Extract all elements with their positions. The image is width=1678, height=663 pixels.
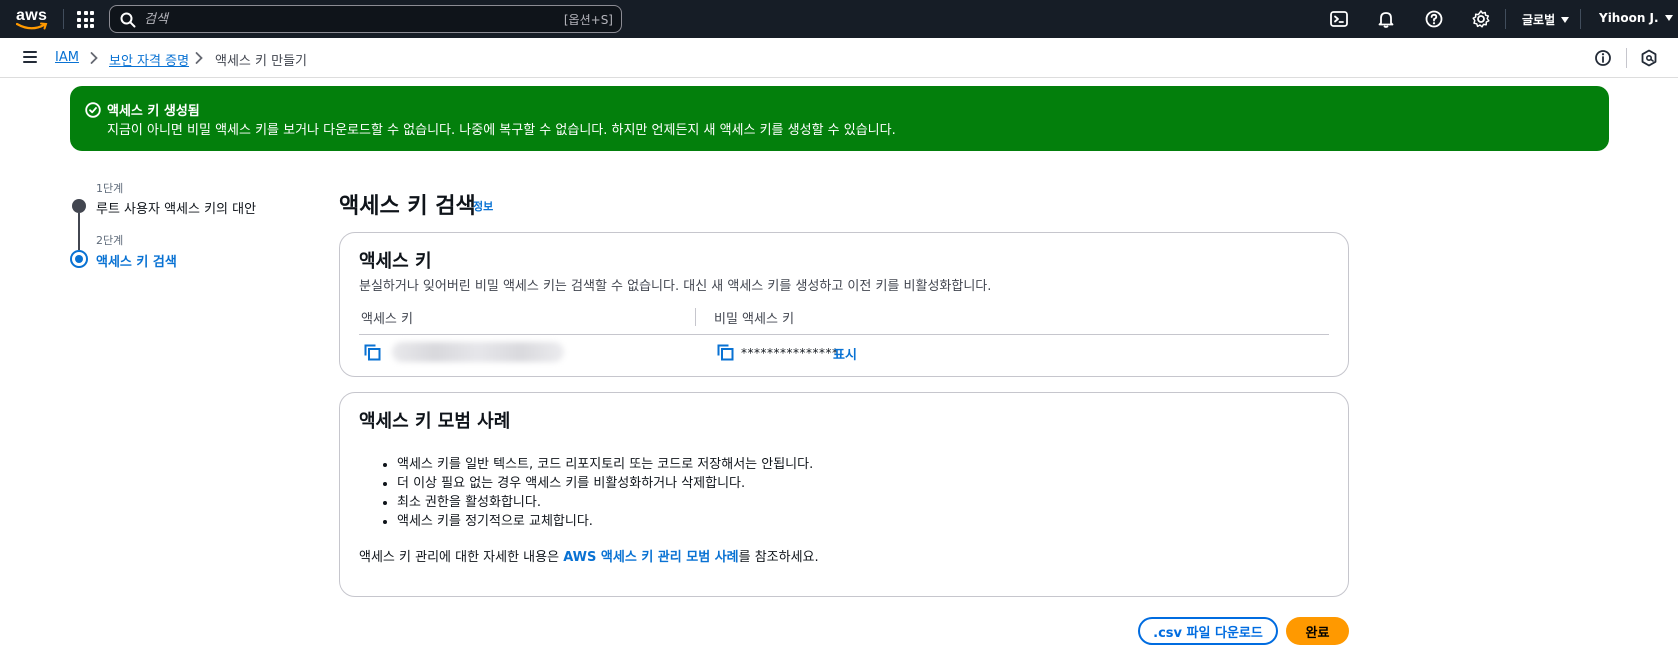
column-divider (695, 308, 696, 326)
account-menu[interactable]: Yihoon J. (1599, 11, 1673, 25)
region-label: 글로벌 (1522, 13, 1556, 27)
aws-logo[interactable]: aws (14, 6, 50, 32)
caret-down-icon (1561, 16, 1570, 23)
security-hexagon-icon[interactable] (1640, 49, 1658, 67)
help-icon[interactable] (1424, 9, 1444, 29)
best-practices-list: 액세스 키를 일반 텍스트, 코드 리포지토리 또는 코드로 저장해서는 안됩니… (397, 455, 813, 531)
nav-divider (63, 9, 64, 29)
account-user-name: Yihoon J. (1599, 11, 1659, 25)
success-check-icon (85, 102, 101, 118)
step-1-label: 1단계 (96, 182, 124, 195)
global-search[interactable]: [옵션+S] (109, 5, 622, 33)
hamburger-menu-icon[interactable] (23, 51, 37, 63)
page-title: 액세스 키 검색 (339, 194, 476, 219)
step-1-complete-icon (72, 199, 86, 213)
access-key-description: 분실하거나 잊어버린 비밀 액세스 키는 검색할 수 없습니다. 대신 새 액세… (359, 279, 992, 294)
best-practices-title: 액세스 키 모범 사례 (359, 411, 511, 432)
table-row-divider (359, 334, 1329, 335)
column-header-access-key: 액세스 키 (361, 312, 413, 327)
column-header-secret-access-key: 비밀 액세스 키 (714, 312, 795, 327)
cloudshell-icon[interactable] (1329, 9, 1349, 29)
footer-prefix-text: 액세스 키 관리에 대한 자세한 내용은 (359, 550, 564, 565)
done-button[interactable]: 완료 (1286, 617, 1349, 645)
search-icon (120, 12, 136, 28)
chevron-right-icon (195, 52, 203, 64)
toolbar-divider (1626, 48, 1627, 68)
region-selector[interactable]: 글로벌 (1522, 11, 1570, 28)
list-item: 액세스 키를 정기적으로 교체합니다. (397, 512, 813, 531)
best-practices-container: 액세스 키 모범 사례 액세스 키를 일반 텍스트, 코드 리포지토리 또는 코… (339, 392, 1349, 597)
best-practices-footer: 액세스 키 관리에 대한 자세한 내용은 AWS 액세스 키 관리 모범 사례를… (359, 546, 819, 565)
services-grid-icon[interactable] (77, 11, 94, 28)
download-csv-button[interactable]: .csv 파일 다운로드 (1138, 617, 1278, 645)
nav-divider (1505, 9, 1506, 29)
list-item: 더 이상 필요 없는 경우 액세스 키를 비활성화하거나 삭제합니다. (397, 474, 813, 493)
breadcrumb-bar: IAM 보안 자격 증명 액세스 키 만들기 (0, 38, 1678, 78)
step-connector (78, 213, 80, 250)
success-flash-banner: 액세스 키 생성됨 지금이 아니면 비밀 액세스 키를 보거나 다운로드할 수 … (70, 86, 1609, 151)
show-secret-link[interactable]: 표시 (833, 344, 857, 363)
step-2-active-icon (70, 250, 88, 268)
info-panel-icon[interactable] (1594, 49, 1612, 67)
footer-suffix-text: 를 참조하세요. (738, 550, 819, 565)
step-1-title[interactable]: 루트 사용자 액세스 키의 대안 (96, 198, 256, 217)
step-2-label: 2단계 (96, 234, 124, 247)
secret-access-key-masked-value: *************** (741, 346, 839, 360)
flash-message: 지금이 아니면 비밀 액세스 키를 보거나 다운로드할 수 없습니다. 나중에 … (107, 123, 896, 138)
list-item: 액세스 키를 일반 텍스트, 코드 리포지토리 또는 코드로 저장해서는 안됩니… (397, 455, 813, 474)
nav-divider (1580, 9, 1581, 29)
search-input[interactable] (144, 9, 544, 29)
info-link[interactable]: 정보 (473, 198, 493, 214)
access-key-container: 액세스 키 분실하거나 잊어버린 비밀 액세스 키는 검색할 수 없습니다. 대… (339, 232, 1349, 377)
list-item: 최소 권한을 활성화합니다. (397, 493, 813, 512)
flash-title: 액세스 키 생성됨 (107, 104, 200, 119)
best-practices-doc-link[interactable]: AWS 액세스 키 관리 모범 사례 (563, 550, 738, 565)
breadcrumb-security-credentials[interactable]: 보안 자격 증명 (109, 50, 189, 69)
copy-icon[interactable] (717, 344, 734, 361)
copy-icon[interactable] (364, 344, 381, 361)
breadcrumb-iam[interactable]: IAM (55, 50, 79, 65)
access-key-id-value-redacted (392, 342, 564, 362)
step-2-title: 액세스 키 검색 (96, 255, 177, 270)
aws-smile-icon (16, 22, 48, 30)
top-navigation: aws [옵션+S] 글로벌 Yi (0, 0, 1678, 38)
chevron-right-icon (90, 52, 98, 64)
settings-gear-icon[interactable] (1471, 9, 1491, 29)
notifications-bell-icon[interactable] (1376, 9, 1396, 29)
breadcrumb-create-access-key: 액세스 키 만들기 (215, 54, 307, 69)
search-shortcut-hint: [옵션+S] (563, 13, 613, 27)
caret-down-icon (1664, 15, 1673, 21)
access-key-container-title: 액세스 키 (359, 251, 432, 272)
